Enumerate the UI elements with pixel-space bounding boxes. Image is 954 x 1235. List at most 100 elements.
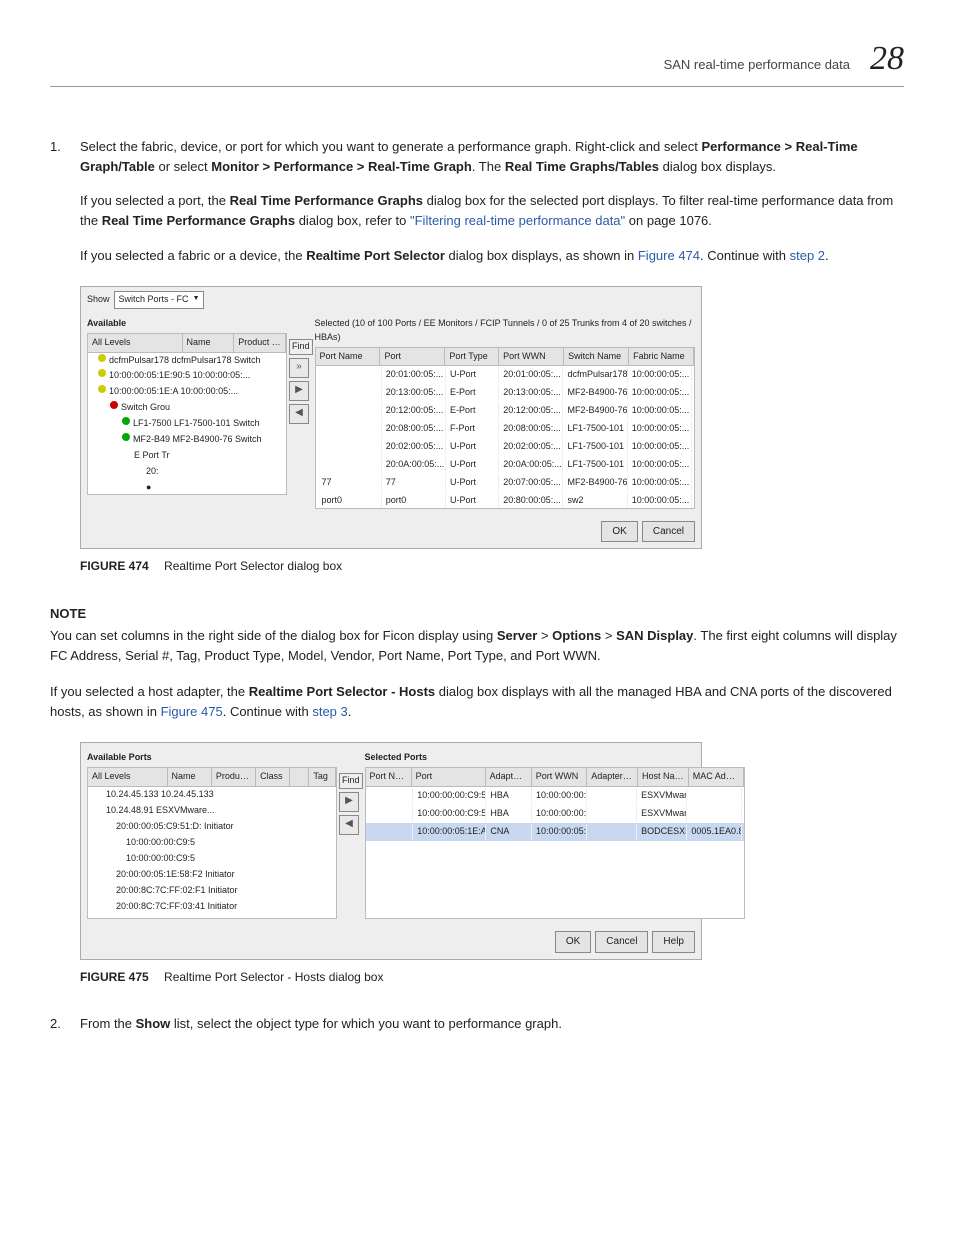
table-row[interactable]: 20:01:00:05:...U-Port20:01:00:05:...dcfm…: [316, 366, 694, 384]
text: If you selected a fabric or a device, th…: [80, 248, 306, 263]
selected-ports-grid[interactable]: Port Name Port Adapter Type Port WWN Ada…: [365, 767, 746, 919]
cross-reference-link[interactable]: "Filtering real-time performance data": [410, 213, 625, 228]
table-row[interactable]: 20:08:00:05:...F-Port20:08:00:05:...LF1-…: [316, 420, 694, 438]
header-title: SAN real-time performance data: [664, 57, 850, 72]
dialog-toolbar: Show Switch Ports - FC: [81, 287, 701, 313]
available-ports-tree[interactable]: All Levels Name Product Type Class Tag 1…: [87, 767, 337, 919]
tree-row[interactable]: E Port Tr: [88, 448, 286, 464]
col: Adapter Type: [486, 768, 532, 786]
table-row[interactable]: 10:00:00:00:C9:51:D3:CCHBA10:00:00:00:..…: [366, 787, 745, 805]
tree-label: 10:00:00:05:1E:90:5 10:00:00:05:...: [109, 369, 250, 383]
tree-row[interactable]: 20:00:00:05:1E:58:F2 Initiator: [88, 867, 336, 883]
tree-label: 10.24.45.133 10.24.45.133: [106, 788, 214, 802]
tree-label: 10:00:00:05:1E:A 10:00:00:05:...: [109, 385, 238, 399]
dialog-name: Real Time Performance Graphs: [230, 193, 423, 208]
col: Name: [183, 334, 235, 352]
col: All Levels: [88, 334, 183, 352]
col: Adapter Name: [587, 768, 638, 786]
page-content: 1. Select the fabric, device, or port fo…: [50, 137, 904, 1034]
page-header: SAN real-time performance data 28: [50, 40, 904, 87]
figure-link[interactable]: Figure 474: [638, 248, 700, 263]
table-row[interactable]: 10:00:00:05:1E:A0:8D:D7CNA10:00:00:05:..…: [366, 823, 745, 841]
tree-row[interactable]: 10:00:00:00:C9:5: [88, 851, 336, 867]
tree-label: 172.26.28.93 BODCESXB0...: [106, 916, 224, 920]
col: All Levels: [88, 768, 168, 786]
col: Product Type: [234, 334, 286, 352]
tree-row[interactable]: Switch Grou: [88, 400, 286, 416]
tree-row[interactable]: 172.26.28.93 BODCESXB0...: [88, 915, 336, 920]
cell: 20:0A:00:05:...: [382, 457, 446, 473]
tree-row[interactable]: LF1-7500 LF1-7500-101 Switch: [88, 416, 286, 432]
move-right-all-button[interactable]: »: [289, 358, 309, 378]
table-row[interactable]: 20:12:00:05:...E-Port20:12:00:05:...MF2-…: [316, 402, 694, 420]
cell: U-Port: [446, 457, 499, 473]
tree-row[interactable]: 20:: [88, 464, 286, 480]
dialog-name: Realtime Port Selector - Hosts: [249, 684, 435, 699]
figure-link[interactable]: Figure 475: [161, 704, 223, 719]
tree-label: E Port Tr: [134, 449, 170, 463]
col: Port Name: [366, 768, 412, 786]
available-title: Available: [87, 315, 287, 333]
selected-caption: Selected (10 of 100 Ports / EE Monitors …: [315, 315, 695, 347]
find-button[interactable]: Find: [339, 773, 363, 789]
cell: 10:00:00:05:...: [628, 421, 692, 437]
tree-header: All Levels Name Product Type Class Tag: [88, 768, 336, 787]
help-button[interactable]: Help: [652, 931, 695, 953]
note-paragraph: You can set columns in the right side of…: [50, 626, 904, 666]
cancel-button[interactable]: Cancel: [595, 931, 648, 953]
tree-row[interactable]: 10:00:00:05:1E:90:5 10:00:00:05:...: [88, 368, 286, 384]
cell: 10:00:00:00:...: [532, 806, 587, 822]
tree-row[interactable]: dcfmPulsar178 dcfmPulsar178 Switch: [88, 353, 286, 369]
move-left-button[interactable]: ◀: [339, 815, 359, 835]
step-link[interactable]: step 3: [312, 704, 347, 719]
table-row[interactable]: 20:13:00:05:...E-Port20:13:00:05:...MF2-…: [316, 384, 694, 402]
tree-row[interactable]: MF2-B49 MF2-B4900-76 Switch: [88, 432, 286, 448]
menu-item: Options: [552, 628, 601, 643]
available-ports-title: Available Ports: [87, 749, 337, 767]
step-2: 2. From the Show list, select the object…: [50, 1014, 904, 1034]
status-icon: [122, 417, 130, 425]
show-dropdown[interactable]: Switch Ports - FC: [114, 291, 204, 309]
cell: [318, 457, 382, 473]
selected-grid-panel[interactable]: Port Name Port Port Type Port WWN Switch…: [315, 347, 695, 509]
tree-row[interactable]: 20:00:8C:7C:FF:02:F1 Initiator: [88, 883, 336, 899]
cell: [318, 385, 382, 401]
cell: 20:0A:00:05:...: [499, 457, 563, 473]
move-right-button[interactable]: ▶: [339, 792, 359, 812]
figure-caption-text: Realtime Port Selector - Hosts dialog bo…: [164, 970, 383, 984]
cell: port0: [382, 493, 446, 509]
move-right-button[interactable]: ▶: [289, 381, 309, 401]
paragraph: If you selected a fabric or a device, th…: [80, 246, 904, 266]
transfer-buttons: Find ▶ ◀: [339, 749, 363, 919]
tree-row[interactable]: 20:00:8C:7C:FF:03:41 Initiator: [88, 899, 336, 915]
tree-row[interactable]: 10.24.45.133 10.24.45.133: [88, 787, 336, 803]
tree-row[interactable]: 10:00:00:05:1E:A 10:00:00:05:...: [88, 384, 286, 400]
table-row[interactable]: 10:00:00:00:C9:51:D3:CDHBA10:00:00:00:..…: [366, 805, 745, 823]
step-link[interactable]: step 2: [790, 248, 825, 263]
available-tree-panel[interactable]: All Levels Name Product Type dcfmPulsar1…: [87, 333, 287, 495]
ok-button[interactable]: OK: [601, 521, 637, 543]
text: dialog box displays.: [659, 159, 776, 174]
table-row[interactable]: 7777U-Port20:07:00:05:...MF2-B4900-7610:…: [316, 474, 694, 492]
tree-row[interactable]: 10.24.48.91 ESXVMware...: [88, 803, 336, 819]
figure-label: FIGURE 475: [80, 970, 149, 984]
table-row[interactable]: port0port0U-Port20:80:00:05:...sw210:00:…: [316, 492, 694, 509]
paragraph: If you selected a port, the Real Time Pe…: [80, 191, 904, 231]
tree-row[interactable]: ●: [88, 480, 286, 495]
tree-row[interactable]: 20:00:00:05:C9:51:D: Initiator: [88, 819, 336, 835]
paragraph: If you selected a host adapter, the Real…: [50, 682, 904, 722]
dialog-name: Real Time Graphs/Tables: [505, 159, 659, 174]
step-number: 2.: [50, 1014, 80, 1034]
cell: LF1-7500-101: [563, 457, 627, 473]
tree-row[interactable]: 10:00:00:00:C9:5: [88, 835, 336, 851]
ok-button[interactable]: OK: [555, 931, 591, 953]
cancel-button[interactable]: Cancel: [642, 521, 695, 543]
text: or select: [155, 159, 211, 174]
tree-label: 10.24.48.91 ESXVMware...: [106, 804, 215, 818]
table-row[interactable]: 20:02:00:05:...U-Port20:02:00:05:...LF1-…: [316, 438, 694, 456]
find-button[interactable]: Find: [289, 339, 313, 355]
text: If you selected a host adapter, the: [50, 684, 249, 699]
table-row[interactable]: 20:0A:00:05:...U-Port20:0A:00:05:...LF1-…: [316, 456, 694, 474]
text: . The: [472, 159, 505, 174]
move-left-button[interactable]: ◀: [289, 404, 309, 424]
